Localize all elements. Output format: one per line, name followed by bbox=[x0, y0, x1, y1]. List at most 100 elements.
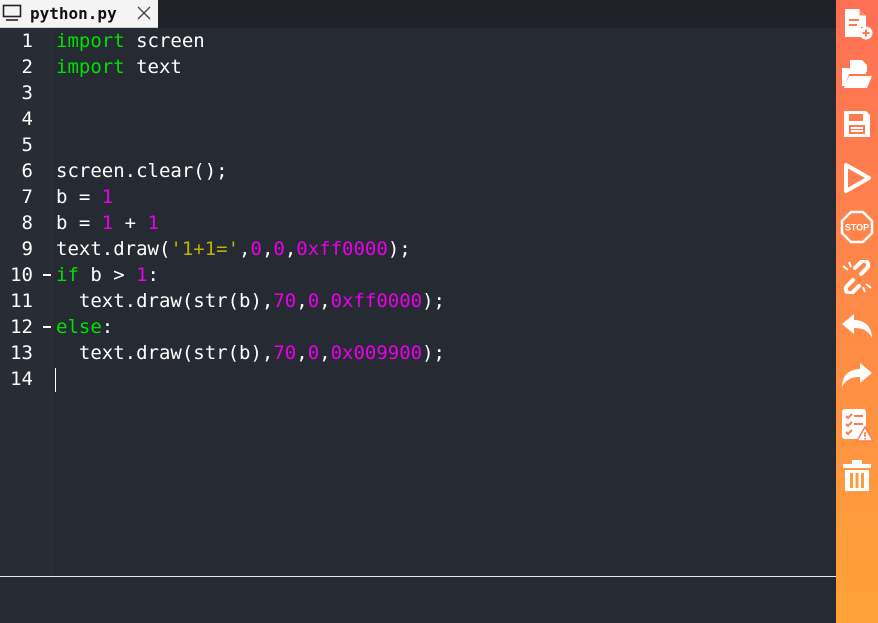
number-token: 1 bbox=[101, 212, 114, 234]
code-text: text.draw(str(b),70,0,0xff0000); bbox=[56, 288, 445, 314]
number-token: 1 bbox=[136, 264, 148, 286]
action-sidebar: STOP bbox=[836, 0, 878, 623]
code-token: screen bbox=[124, 30, 205, 52]
keyword-token: if bbox=[56, 264, 79, 286]
code-line[interactable]: 14 bbox=[0, 366, 836, 392]
code-text: text.draw('1+1=',0,0,0xff0000); bbox=[56, 236, 411, 262]
keyword-token: import bbox=[56, 30, 125, 52]
redo-button[interactable] bbox=[840, 359, 874, 395]
code-text: else: bbox=[56, 314, 113, 340]
code-token: text bbox=[124, 56, 182, 78]
undo-icon bbox=[840, 312, 874, 344]
line-number: 13 bbox=[10, 342, 33, 364]
fold-toggle-icon[interactable] bbox=[43, 326, 51, 328]
code-token: b = bbox=[56, 186, 102, 208]
code-token: text.draw( bbox=[56, 238, 171, 260]
check-code-button[interactable] bbox=[840, 407, 875, 447]
code-line[interactable]: 12 else: bbox=[0, 314, 836, 340]
code-line[interactable]: 3 bbox=[0, 80, 836, 106]
number-token: 0xff0000 bbox=[330, 290, 423, 312]
code-token: , bbox=[296, 290, 308, 312]
number-token: 0 bbox=[307, 342, 320, 364]
number-token: 70 bbox=[273, 342, 297, 364]
code-editor[interactable]: 1 import screen 2 import text 3 4 5 6 screen.cle… bbox=[0, 28, 836, 576]
open-folder-button[interactable] bbox=[840, 58, 874, 94]
code-token: b = bbox=[56, 212, 102, 234]
code-line[interactable]: 13 text.draw(str(b),70,0,0x009900); bbox=[0, 340, 836, 366]
close-icon[interactable] bbox=[136, 5, 152, 25]
number-token: 0 bbox=[273, 238, 285, 260]
code-token: , bbox=[261, 238, 274, 260]
code-line[interactable]: 10 if b > 1: bbox=[0, 262, 836, 288]
code-line[interactable]: 2 import text bbox=[0, 54, 836, 80]
keyword-token: else bbox=[56, 316, 102, 338]
line-number: 6 bbox=[21, 160, 33, 182]
code-text: screen.clear(); bbox=[56, 158, 228, 184]
code-line[interactable]: 6 screen.clear(); bbox=[0, 158, 836, 184]
line-number: 8 bbox=[21, 212, 33, 234]
string-token: '1+1=' bbox=[170, 238, 240, 260]
save-button[interactable] bbox=[840, 108, 874, 144]
checklist-warning-icon bbox=[840, 407, 875, 447]
code-token: ); bbox=[387, 238, 411, 260]
code-token: text.draw(str(b), bbox=[56, 290, 274, 312]
keyword-token: import bbox=[56, 56, 125, 78]
number-token: 0xff0000 bbox=[296, 238, 388, 260]
code-text: import text bbox=[56, 54, 182, 80]
stop-label: STOP bbox=[845, 223, 869, 233]
code-line[interactable]: 9 text.draw('1+1=',0,0,0xff0000); bbox=[0, 236, 836, 262]
code-token: + bbox=[113, 212, 148, 234]
code-token: , bbox=[239, 238, 251, 260]
redo-icon bbox=[840, 361, 874, 393]
code-token: ); bbox=[422, 342, 445, 364]
fold-toggle-icon[interactable] bbox=[43, 274, 51, 276]
stop-icon: STOP bbox=[840, 210, 874, 248]
text-cursor bbox=[55, 368, 56, 392]
code-token: , bbox=[296, 342, 308, 364]
save-icon bbox=[842, 109, 872, 143]
run-button[interactable] bbox=[840, 162, 874, 198]
line-number: 5 bbox=[21, 134, 33, 156]
code-text: text.draw(str(b),70,0,0x009900); bbox=[56, 340, 445, 366]
connect-button[interactable] bbox=[840, 258, 874, 298]
delete-button[interactable] bbox=[840, 460, 874, 496]
code-token: : bbox=[101, 316, 114, 338]
code-token: , bbox=[319, 342, 331, 364]
trash-icon bbox=[842, 459, 872, 497]
code-line[interactable]: 5 bbox=[0, 132, 836, 158]
monitor-icon bbox=[2, 4, 22, 26]
code-line[interactable]: 8 b = 1 + 1 bbox=[0, 210, 836, 236]
code-line[interactable]: 7 b = 1 bbox=[0, 184, 836, 210]
code-token: , bbox=[284, 238, 297, 260]
line-number: 1 bbox=[21, 30, 33, 52]
line-number: 14 bbox=[10, 368, 33, 390]
line-number: 4 bbox=[21, 108, 33, 130]
code-line[interactable]: 4 bbox=[0, 106, 836, 132]
number-token: 0x009900 bbox=[330, 342, 423, 364]
new-file-icon bbox=[841, 7, 873, 45]
number-token: 1 bbox=[101, 186, 114, 208]
code-text: b = 1 + 1 bbox=[56, 210, 159, 236]
code-token: ); bbox=[422, 290, 445, 312]
new-file-button[interactable] bbox=[840, 8, 874, 44]
undo-button[interactable] bbox=[840, 310, 874, 346]
code-token: text.draw(str(b), bbox=[56, 342, 274, 364]
code-line[interactable]: 11 text.draw(str(b),70,0,0xff0000); bbox=[0, 288, 836, 314]
tab-bar: python.py bbox=[0, 0, 836, 28]
line-number: 11 bbox=[10, 290, 33, 312]
number-token: 1 bbox=[147, 212, 159, 234]
code-text: if b > 1: bbox=[56, 262, 159, 288]
tab-python-file[interactable]: python.py bbox=[0, 0, 158, 28]
play-icon bbox=[842, 162, 872, 198]
line-number: 10 bbox=[10, 264, 33, 286]
link-icon bbox=[841, 258, 873, 298]
stop-button[interactable]: STOP bbox=[840, 210, 874, 248]
line-number: 3 bbox=[21, 82, 33, 104]
line-number: 2 bbox=[21, 56, 33, 78]
line-number: 12 bbox=[10, 316, 33, 338]
number-token: 0 bbox=[250, 238, 262, 260]
code-token: b > bbox=[78, 264, 137, 286]
code-line[interactable]: 1 import screen bbox=[0, 28, 836, 54]
number-token: 0 bbox=[307, 290, 320, 312]
line-number: 9 bbox=[21, 238, 33, 260]
